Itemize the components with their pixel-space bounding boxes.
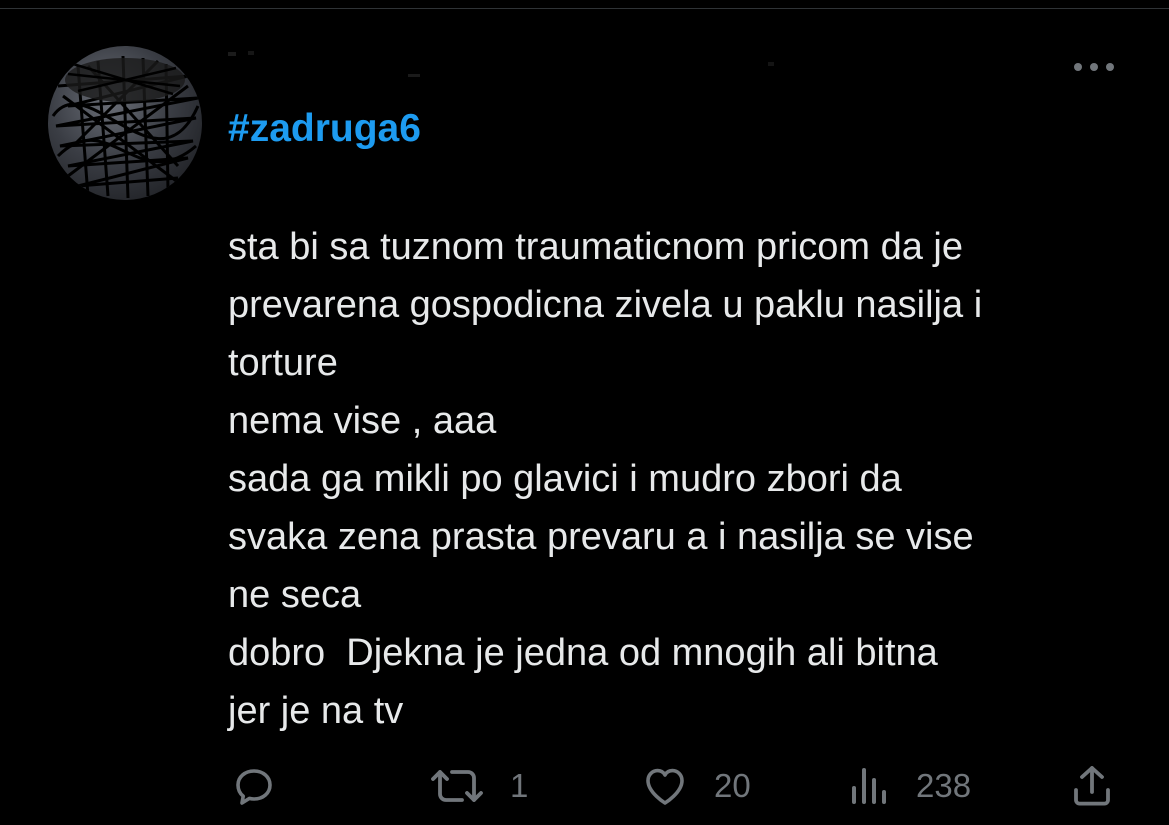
views-chart-icon bbox=[852, 768, 886, 804]
retweet-count: 1 bbox=[510, 767, 529, 804]
tweet-line: dobro Djekna je jedna od mnogih ali bitn… bbox=[228, 632, 938, 674]
tweet-line: ne seca bbox=[228, 574, 362, 616]
tweet-line: sta bi sa tuznom traumaticnom pricom da … bbox=[228, 226, 963, 268]
avatar[interactable] bbox=[48, 46, 202, 200]
like-count: 20 bbox=[714, 767, 751, 804]
ellipsis-icon bbox=[1074, 63, 1114, 71]
top-divider bbox=[0, 8, 1169, 9]
tweet-line: prevarena gospodicna zivela u paklu nasi… bbox=[228, 284, 983, 326]
share-button[interactable] bbox=[1068, 758, 1140, 814]
heart-icon bbox=[646, 768, 684, 805]
views-count: 238 bbox=[916, 767, 972, 804]
like-button[interactable]: 20 bbox=[640, 758, 751, 814]
tweet-line: nema vise , aaa bbox=[228, 400, 497, 442]
share-icon bbox=[1074, 766, 1110, 806]
hashtag-link[interactable]: #zadruga6 bbox=[228, 106, 421, 152]
retweet-button[interactable]: 1 bbox=[428, 758, 528, 814]
avatar-scribble-redaction bbox=[51, 55, 200, 199]
tweet-line: torture bbox=[228, 342, 338, 384]
views-button[interactable]: 238 bbox=[848, 758, 971, 814]
reply-button[interactable] bbox=[230, 758, 302, 814]
author-name-redacted[interactable] bbox=[228, 48, 788, 78]
tweet-line: jer je na tv bbox=[228, 690, 404, 732]
more-options-button[interactable] bbox=[1066, 52, 1122, 82]
tweet-action-bar: 1 20 238 bbox=[228, 758, 1128, 814]
retweet-icon bbox=[431, 770, 483, 802]
tweet-line: sada ga mikli po glavici i mudro zbori d… bbox=[228, 458, 902, 500]
reply-icon bbox=[236, 769, 272, 805]
tweet-line: svaka zena prasta prevaru a i nasilja se… bbox=[228, 516, 974, 558]
tweet-text: sta bi sa tuznom traumaticnom pricom da … bbox=[228, 218, 1148, 740]
